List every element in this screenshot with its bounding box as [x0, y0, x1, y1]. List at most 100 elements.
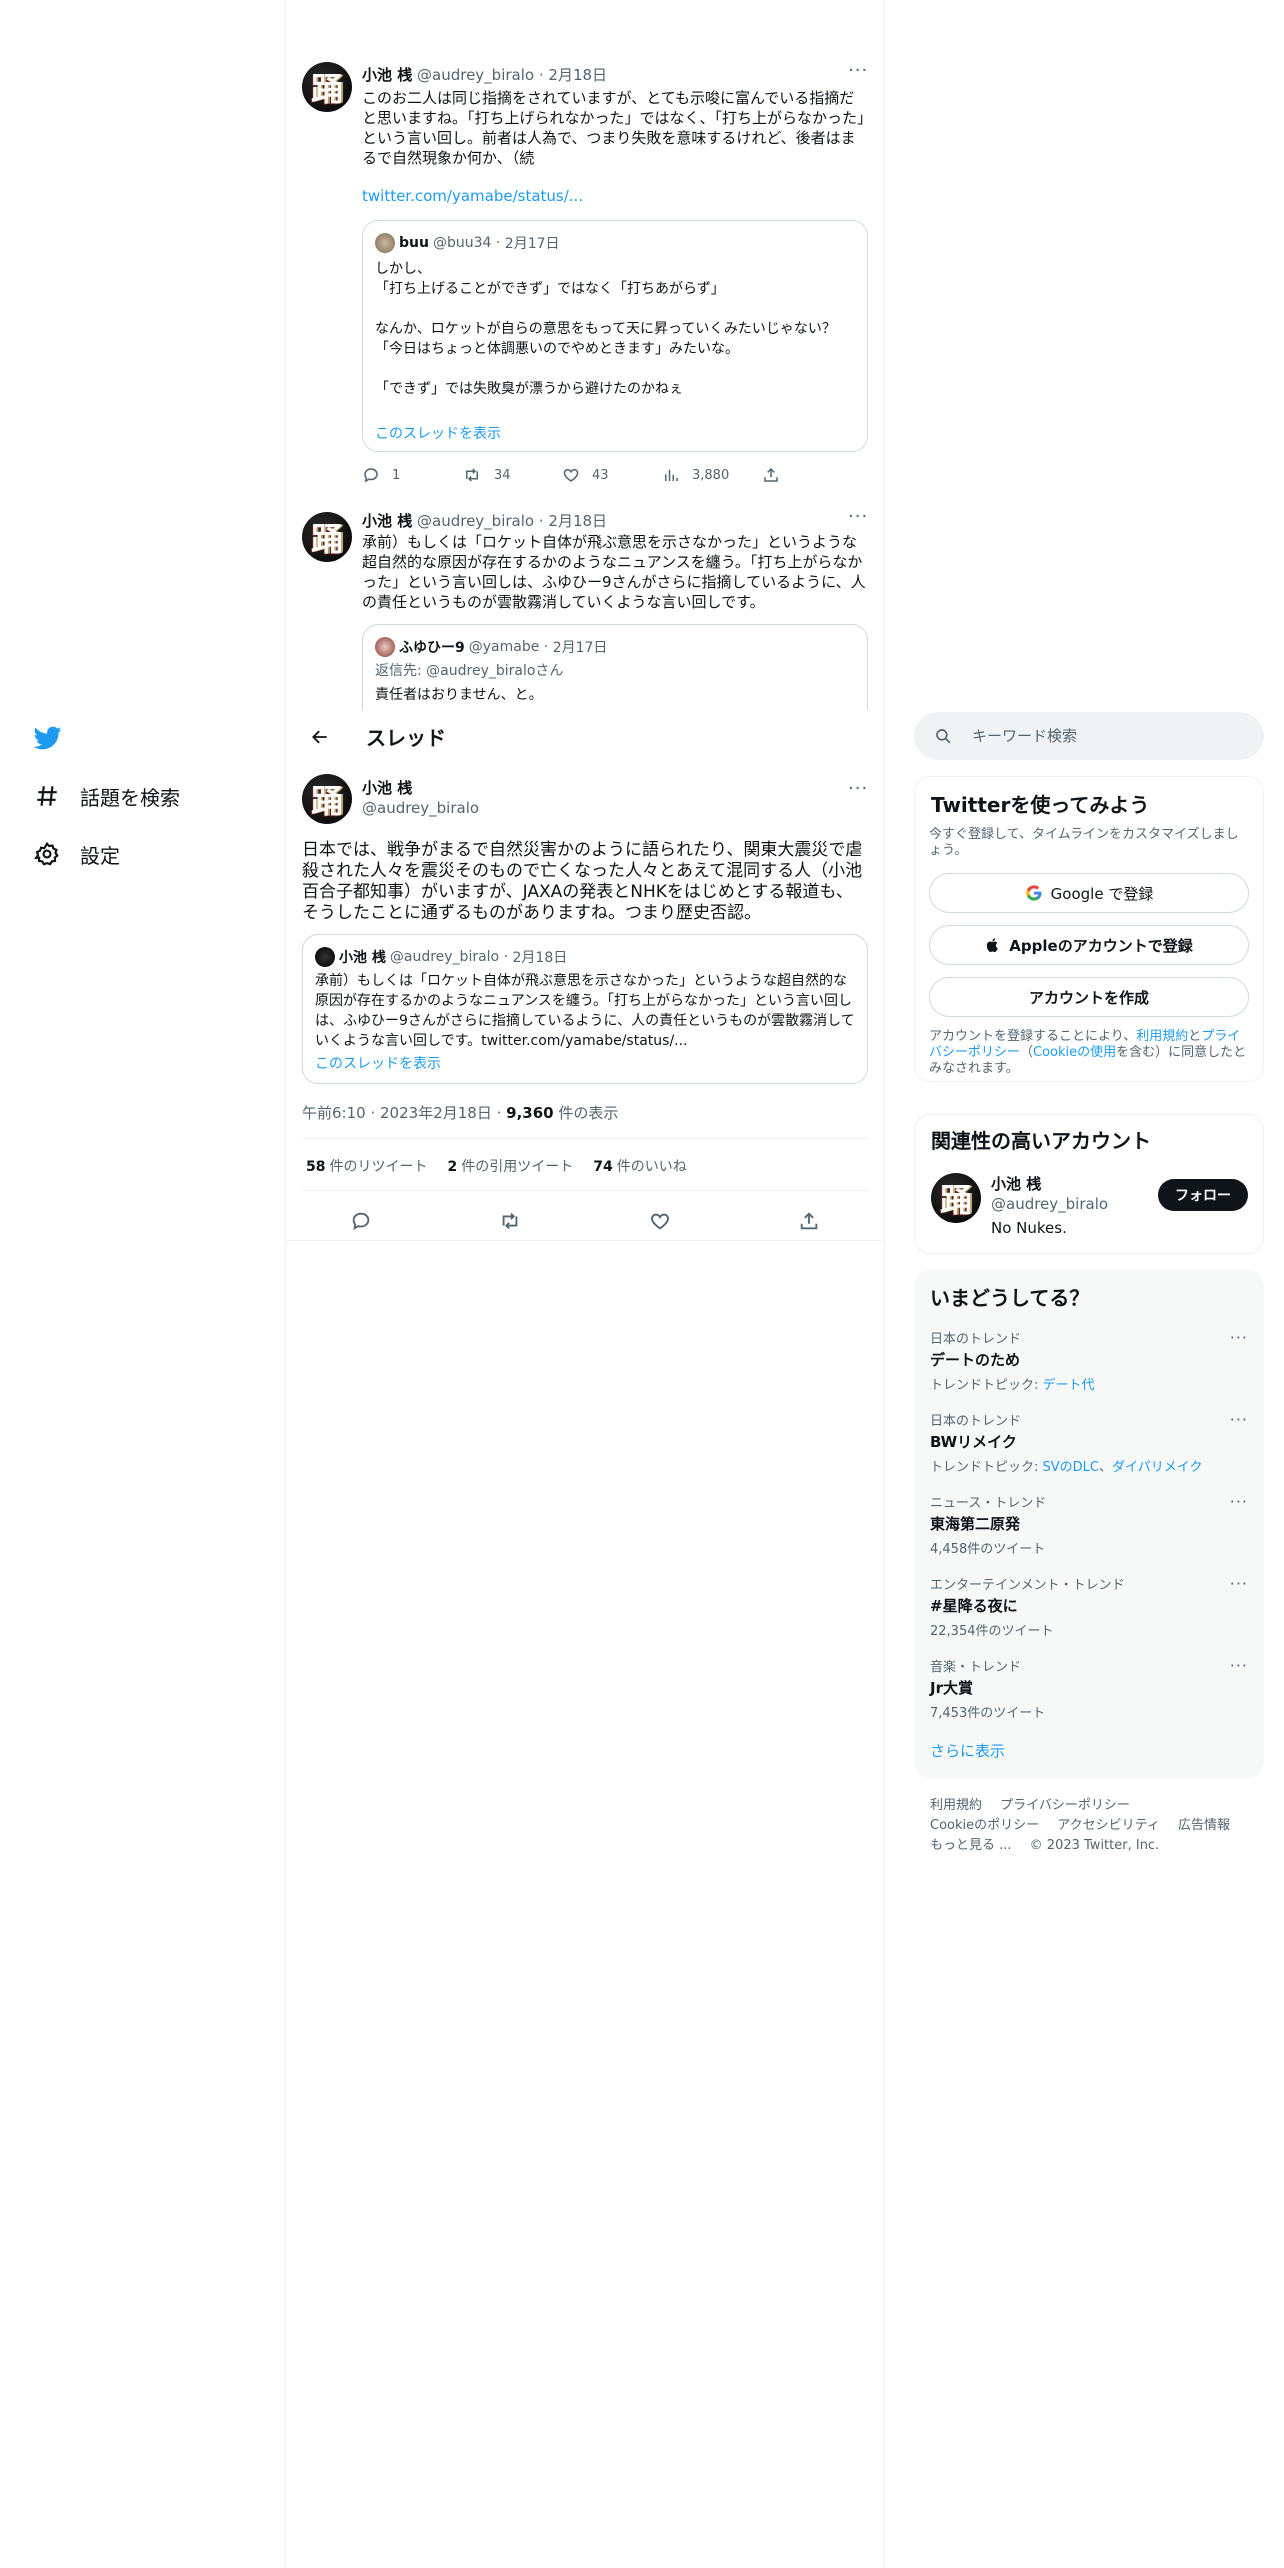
related-avatar[interactable]: 踊: [931, 1173, 981, 1223]
main-tweet-avatar[interactable]: 踊: [302, 774, 352, 824]
footer-link[interactable]: 利用規約: [930, 1798, 982, 1813]
footer-link[interactable]: Cookieのポリシー: [930, 1818, 1039, 1833]
main-tweet-more-icon[interactable]: ···: [848, 778, 868, 799]
more-options-icon[interactable]: ···: [1230, 1656, 1248, 1675]
like-button[interactable]: 43: [562, 466, 662, 484]
trend-item[interactable]: 音楽・トレンド Jr大賞 7,453件のツイート ···: [930, 1656, 1248, 1721]
context-tweet-1[interactable]: 踊 小池 桟 @audrey_biralo · 2月18日 ··· このお二人は…: [286, 52, 884, 502]
retweets-stat[interactable]: 58 件のリツイート: [306, 1156, 427, 1176]
related-title: 関連性の高いアカウント: [931, 1129, 1151, 1153]
author-name[interactable]: 小池 桟: [362, 512, 412, 530]
avatar[interactable]: 踊: [302, 512, 352, 562]
quote-avatar: [375, 637, 395, 657]
search-bar[interactable]: [914, 712, 1264, 760]
heart-icon[interactable]: [640, 1201, 680, 1241]
main-quoted-tweet[interactable]: 小池 桟 @audrey_biralo · 2月18日 承前）もしくは「ロケット…: [302, 934, 868, 1084]
show-thread-link[interactable]: このスレッドを表示: [375, 423, 501, 443]
footer-link[interactable]: アクセシビリティ: [1057, 1818, 1160, 1833]
author-handle[interactable]: @audrey_biralo: [417, 512, 534, 530]
related-name[interactable]: 小池 桟: [991, 1175, 1041, 1193]
related-name-block[interactable]: 小池 桟: [991, 1173, 1041, 1194]
context-tweet-2[interactable]: 踊 小池 桟 @audrey_biralo · 2月18日 ··· 承前）もしく…: [286, 502, 884, 710]
more-options-icon[interactable]: ···: [1230, 1410, 1248, 1429]
main-column-border: [884, 0, 885, 2568]
more-options-icon[interactable]: ···: [1230, 1492, 1248, 1511]
footer-link[interactable]: プライバシーポリシー: [1000, 1798, 1130, 1813]
author-handle[interactable]: @audrey_biralo: [417, 66, 534, 84]
views-count: 3,880: [692, 467, 730, 483]
more-options-icon[interactable]: ···: [1230, 1328, 1248, 1347]
tweet-actions: 1 34 43 3,880: [362, 466, 862, 484]
tweet-date[interactable]: 2月18日: [548, 512, 607, 530]
trends-card: いまどうしてる？ 日本のトレンド デートのため トレンドトピック: デート代 ·…: [914, 1270, 1264, 1778]
retweet-button[interactable]: 34: [462, 466, 562, 484]
nav-explore[interactable]: 話題を検索: [32, 776, 180, 816]
tweet-full-date[interactable]: 2023年2月18日: [380, 1104, 492, 1122]
share-button[interactable]: [762, 466, 862, 484]
trend-topic-link[interactable]: デート代: [1043, 1378, 1095, 1393]
author-name[interactable]: 小池 桟: [362, 779, 412, 797]
copyright: © 2023 Twitter, Inc.: [1029, 1838, 1160, 1853]
main-tweet-text: 日本では、戦争がまるで自然災害かのように語られたり、関東大震災で虐殺された人々を…: [302, 840, 863, 923]
author-name[interactable]: 小池 桟: [362, 66, 412, 84]
main-tweet-author-handle[interactable]: @audrey_biralo: [362, 799, 479, 817]
quoted-tweet[interactable]: buu @buu34 · 2月17日 しかし、 「打ち上げることができず」ではな…: [362, 220, 868, 452]
views-count: 9,360: [506, 1104, 554, 1122]
reply-button[interactable]: 1: [362, 466, 462, 484]
reply-icon[interactable]: [341, 1201, 381, 1241]
views-button[interactable]: 3,880: [662, 466, 762, 484]
twitter-logo-icon[interactable]: [32, 724, 66, 754]
like-count: 43: [592, 467, 609, 483]
tweet-link[interactable]: twitter.com/yamabe/status/...: [362, 186, 583, 206]
quote-tweets-stat[interactable]: 2 件の引用ツイート: [447, 1156, 573, 1176]
google-icon: [1025, 884, 1043, 902]
back-arrow-icon[interactable]: [302, 719, 338, 755]
signup-card: Twitterを使ってみよう 今すぐ登録して、タイムラインをカスタマイズしましょ…: [914, 776, 1264, 1082]
nav-settings[interactable]: 設定: [32, 834, 120, 874]
more-options-icon[interactable]: ···: [1230, 1574, 1248, 1593]
cookie-link[interactable]: Cookieの使用: [1033, 1045, 1116, 1060]
trend-topic-link[interactable]: SVのDLC: [1043, 1460, 1099, 1475]
author-handle[interactable]: @audrey_biralo: [362, 799, 479, 817]
trend-item[interactable]: ニュース・トレンド 東海第二原発 4,458件のツイート ···: [930, 1492, 1248, 1557]
show-more-link[interactable]: さらに表示: [930, 1740, 1005, 1761]
trend-topic-link[interactable]: ダイパリメイク: [1112, 1460, 1202, 1475]
heart-icon: [563, 468, 579, 482]
show-thread-link[interactable]: このスレッドを表示: [315, 1053, 441, 1073]
related-handle-block[interactable]: @audrey_biralo: [991, 1195, 1108, 1213]
quote-date: 2月18日: [512, 950, 568, 966]
divider: [302, 1190, 868, 1191]
thread-header: スレッド: [286, 710, 884, 763]
more-options-icon[interactable]: ···: [848, 506, 868, 527]
footer-link[interactable]: もっと見る ...: [930, 1838, 1012, 1853]
terms-link[interactable]: 利用規約: [1136, 1029, 1188, 1044]
trend-item[interactable]: 日本のトレンド デートのため トレンドトピック: デート代 ···: [930, 1328, 1248, 1393]
google-signup-button[interactable]: Google で登録: [929, 873, 1249, 913]
related-handle[interactable]: @audrey_biralo: [991, 1195, 1108, 1213]
avatar[interactable]: 踊: [302, 62, 352, 112]
trend-item[interactable]: エンターテインメント・トレンド #星降る夜に 22,354件のツイート ···: [930, 1574, 1248, 1639]
quoted-tweet[interactable]: ふゆひー9 @yamabe · 2月17日 返信先: @audrey_biral…: [362, 624, 868, 710]
tweet-time[interactable]: 午前6:10: [302, 1104, 366, 1122]
trend-item[interactable]: 日本のトレンド BWリメイク トレンドトピック: SVのDLC、ダイパリメイク …: [930, 1410, 1248, 1475]
tweet-date[interactable]: 2月18日: [548, 66, 607, 84]
main-tweet-actions: [286, 1196, 884, 1246]
share-icon[interactable]: [789, 1201, 829, 1241]
likes-stat[interactable]: 74 件のいいね: [593, 1156, 686, 1176]
search-input[interactable]: [972, 727, 1242, 745]
tweet-header: 小池 桟 @audrey_biralo · 2月18日: [362, 66, 608, 84]
divider: [302, 1138, 868, 1139]
quote-header: 小池 桟 @audrey_biralo · 2月18日: [315, 947, 567, 967]
footer-link[interactable]: 広告情報: [1178, 1818, 1230, 1833]
more-options-icon[interactable]: ···: [848, 60, 868, 81]
follow-button[interactable]: フォロー: [1158, 1179, 1248, 1211]
quote-avatar: [375, 233, 395, 253]
related-bio: No Nukes.: [991, 1219, 1067, 1237]
retweet-icon[interactable]: [490, 1201, 530, 1241]
apple-signup-button[interactable]: Appleのアカウントで登録: [929, 925, 1249, 965]
main-tweet-author-name[interactable]: 小池 桟: [362, 777, 412, 798]
signup-legal-text: アカウントを登録することにより、利用規約とプライバシーポリシー（Cookieの使…: [929, 1029, 1247, 1076]
quote-author-name: buu: [399, 235, 429, 251]
create-account-label: アカウントを作成: [1028, 988, 1149, 1007]
create-account-button[interactable]: アカウントを作成: [929, 977, 1249, 1017]
